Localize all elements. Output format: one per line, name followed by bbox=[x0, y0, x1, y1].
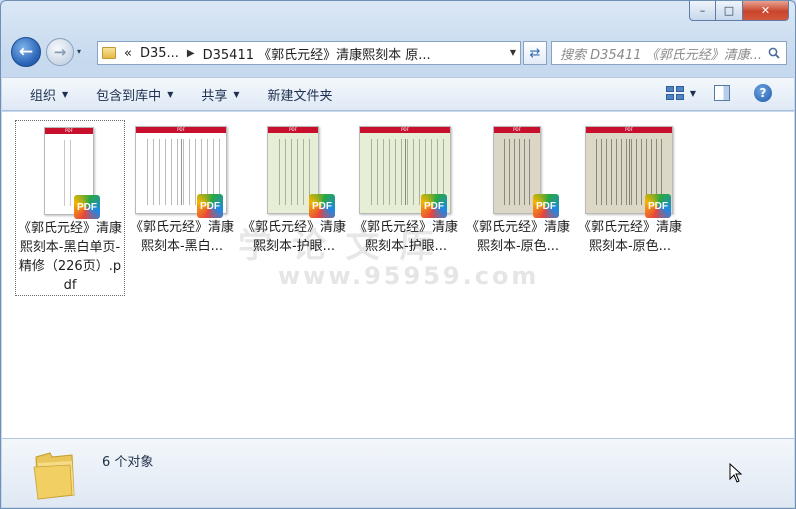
breadcrumb-segment-current[interactable]: D35411 《郭氏元经》清康熙刻本 原... bbox=[203, 44, 431, 63]
breadcrumb-separator-icon[interactable]: ▶ bbox=[187, 48, 195, 59]
file-thumbnail: PDF PDF bbox=[575, 120, 685, 218]
breadcrumb-segment-parent[interactable]: D35... bbox=[140, 46, 179, 61]
thumb-header-text: PDF bbox=[65, 128, 73, 133]
thumb-header-text: PDF bbox=[289, 127, 297, 132]
chevron-down-icon: ▼ bbox=[62, 89, 69, 99]
minimize-button[interactable]: – bbox=[689, 1, 716, 21]
watermark-url: www.95959.com bbox=[278, 262, 540, 290]
pdf-file-icon: PDF bbox=[197, 194, 223, 218]
breadcrumb-overflow[interactable]: « bbox=[124, 46, 132, 61]
navigation-bar: ← → ▾ « D35... ▶ D35411 《郭氏元经》清康熙刻本 原...… bbox=[11, 35, 787, 69]
forward-button[interactable]: → bbox=[46, 38, 74, 66]
organize-label: 组织 bbox=[30, 88, 57, 104]
search-placeholder: 搜索 D35411 《郭氏元经》清康... bbox=[560, 47, 763, 63]
view-controls: ▼ ? bbox=[665, 84, 772, 102]
caption-buttons: – □ ✕ bbox=[689, 1, 789, 23]
view-dropdown-icon[interactable]: ▼ bbox=[690, 89, 696, 98]
refresh-button[interactable]: ⇄ bbox=[523, 41, 547, 65]
pdf-file-icon: PDF bbox=[309, 194, 335, 218]
file-thumbnail: PDF PDF bbox=[351, 120, 461, 218]
file-thumbnail: PDF PDF bbox=[127, 120, 237, 218]
share-label: 共享 bbox=[201, 88, 228, 104]
file-name: 《郭氏元经》清康熙刻本-黑白单页-精修（226页）.pdf bbox=[18, 221, 123, 293]
thumb-header-text: PDF bbox=[401, 127, 409, 132]
file-item[interactable]: PDF PDF 《郭氏元经》清康熙刻本-原色... bbox=[575, 120, 685, 256]
file-item[interactable]: PDF PDF 《郭氏元经》清康熙刻本-护眼... bbox=[239, 120, 349, 256]
search-icon bbox=[768, 47, 780, 59]
pdf-file-icon: PDF bbox=[74, 195, 100, 219]
include-in-library-menu[interactable]: 包含到库中 ▼ bbox=[96, 85, 173, 104]
refresh-icon: ⇄ bbox=[529, 45, 541, 61]
file-thumbnail: PDF PDF bbox=[463, 120, 573, 218]
folder-icon bbox=[33, 452, 75, 500]
file-item[interactable]: PDF PDF 《郭氏元经》清康熙刻本-黑白... bbox=[127, 120, 237, 256]
change-view-icon[interactable] bbox=[665, 86, 684, 100]
pdf-file-icon: PDF bbox=[421, 194, 447, 218]
pdf-file-icon: PDF bbox=[645, 194, 671, 218]
address-bar[interactable]: « D35... ▶ D35411 《郭氏元经》清康熙刻本 原... ▼ bbox=[97, 41, 521, 65]
recent-pages-dropdown[interactable]: ▾ bbox=[77, 47, 87, 57]
file-thumbnail: PDF PDF bbox=[16, 121, 124, 219]
back-button[interactable]: ← bbox=[11, 37, 41, 67]
thumb-header-text: PDF bbox=[513, 127, 521, 132]
help-icon[interactable]: ? bbox=[754, 84, 772, 102]
explorer-window: – □ ✕ ← → ▾ « D35... ▶ D35411 《郭氏元经》清康熙刻… bbox=[0, 0, 796, 509]
maximize-button[interactable]: □ bbox=[716, 1, 743, 21]
include-library-label: 包含到库中 bbox=[96, 88, 162, 104]
thumb-header-text: PDF bbox=[177, 127, 185, 132]
search-input[interactable]: 搜索 D35411 《郭氏元经》清康... bbox=[551, 41, 787, 65]
file-thumbnail: PDF PDF bbox=[239, 120, 349, 218]
details-pane: 6 个对象 bbox=[2, 438, 794, 507]
arrow-right-icon: → bbox=[53, 43, 67, 61]
organize-menu[interactable]: 组织 ▼ bbox=[30, 85, 68, 104]
pdf-file-icon: PDF bbox=[533, 194, 559, 218]
file-item[interactable]: PDF PDF 《郭氏元经》清康熙刻本-黑白单页-精修（226页）.pdf bbox=[15, 120, 125, 296]
share-menu[interactable]: 共享 ▼ bbox=[201, 85, 239, 104]
file-name: 《郭氏元经》清康熙刻本-护眼... bbox=[353, 220, 458, 254]
mouse-pointer-icon bbox=[729, 463, 743, 483]
file-name: 《郭氏元经》清康熙刻本-护眼... bbox=[241, 220, 346, 254]
thumb-header-text: PDF bbox=[625, 127, 633, 132]
arrow-left-icon: ← bbox=[18, 42, 34, 62]
file-list-view[interactable]: 学 论 文 库 www.95959.com PDF PDF 《郭氏元经》清康熙刻… bbox=[2, 112, 794, 438]
command-bar: 组织 ▼ 包含到库中 ▼ 共享 ▼ 新建文件夹 ▼ ? bbox=[2, 77, 794, 111]
file-name: 《郭氏元经》清康熙刻本-黑白... bbox=[129, 220, 234, 254]
close-button[interactable]: ✕ bbox=[743, 1, 789, 21]
chevron-down-icon: ▼ bbox=[167, 89, 174, 99]
item-count-status: 6 个对象 bbox=[102, 455, 154, 470]
new-folder-button[interactable]: 新建文件夹 bbox=[268, 85, 333, 104]
file-name: 《郭氏元经》清康熙刻本-原色... bbox=[465, 220, 570, 254]
address-dropdown-icon[interactable]: ▼ bbox=[510, 48, 516, 57]
chevron-down-icon: ▼ bbox=[233, 89, 240, 99]
file-item[interactable]: PDF PDF 《郭氏元经》清康熙刻本-护眼... bbox=[351, 120, 461, 256]
folder-icon bbox=[102, 47, 116, 59]
new-folder-label: 新建文件夹 bbox=[267, 88, 333, 104]
preview-pane-icon[interactable] bbox=[714, 85, 730, 101]
file-item[interactable]: PDF PDF 《郭氏元经》清康熙刻本-原色... bbox=[463, 120, 573, 256]
file-name: 《郭氏元经》清康熙刻本-原色... bbox=[577, 220, 682, 254]
